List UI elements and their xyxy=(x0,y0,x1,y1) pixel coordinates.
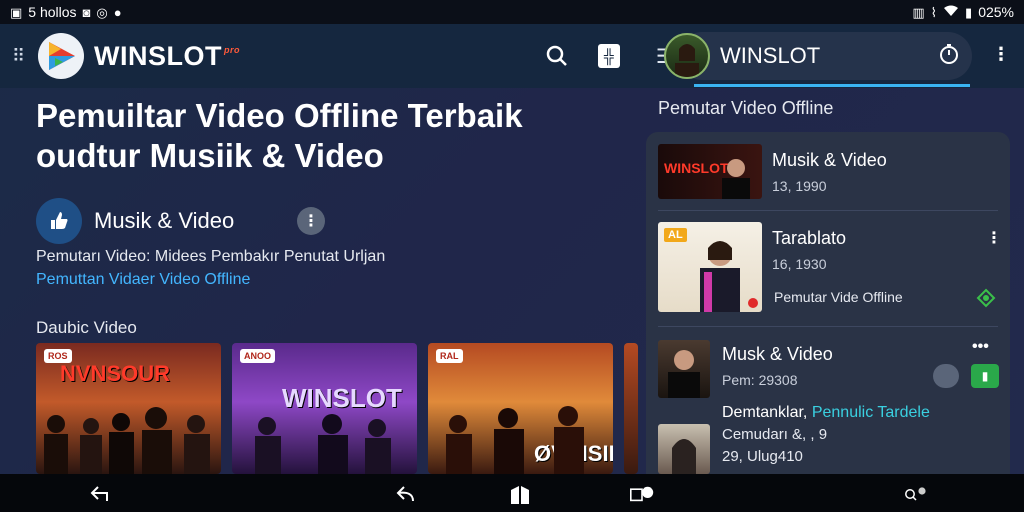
video-list-panel: WINSLOT Musik & Video 13, 1990 AL Tarabl… xyxy=(646,132,1010,474)
list-item-date: 16, 1930 xyxy=(772,256,827,272)
list-item-title-link[interactable]: Pennulic Tardele xyxy=(812,404,930,421)
page-title: Pemuiltar Video Offline Terbaik oudtur M… xyxy=(36,96,616,176)
thumb-people xyxy=(446,406,584,474)
list-item-title[interactable]: Musk & Video xyxy=(722,344,833,365)
sim-icon: ▥ xyxy=(912,4,925,20)
thumb-badge: ANOO xyxy=(240,349,275,363)
chrome-icon: ● xyxy=(113,4,122,20)
thumb-arch xyxy=(672,439,696,474)
home-icon[interactable] xyxy=(508,482,532,506)
status-right: ▥ ⌇ ▮ 025% xyxy=(912,4,1014,20)
live-dot xyxy=(748,298,758,308)
channel-row[interactable]: Musik & Video xyxy=(36,198,234,244)
headline-line-1: Pemuiltar Video Offline Terbaik xyxy=(36,97,523,134)
thumb-people xyxy=(44,407,210,474)
sync-icon: ◎ xyxy=(96,4,108,20)
thumbnail-row: ROS NVNSOUR ANOO WINSLOT RAL xyxy=(36,343,638,474)
download-icon[interactable]: ▮ xyxy=(971,364,999,388)
app-bar-actions: ╬ xyxy=(544,43,632,69)
recents-icon[interactable] xyxy=(630,482,654,506)
pin-icon[interactable]: ╬ xyxy=(596,43,622,69)
more-horizontal-icon[interactable]: ••• xyxy=(972,338,989,356)
list-divider xyxy=(658,210,998,211)
status-bar: ▣ 5 hollos ◙ ◎ ● ▥ ⌇ ▮ 025% xyxy=(0,0,1024,24)
thumb-badge: RAL xyxy=(436,349,463,363)
profile-avatar[interactable] xyxy=(664,33,710,79)
description: Pemutarı Video: Midees Pembakır Penutat … xyxy=(36,248,386,265)
location-icon[interactable] xyxy=(976,288,996,313)
logo-icon[interactable] xyxy=(38,33,84,79)
notification-icon: ▣ xyxy=(10,4,23,20)
video-thumbnail-partial[interactable] xyxy=(624,343,638,474)
brand-name: WINSLOT pro xyxy=(94,40,239,72)
thumb-person xyxy=(722,159,750,199)
list-item-line2: Cemudarı &, , 9 xyxy=(722,426,828,443)
list-divider xyxy=(658,326,998,327)
app-bar: ⠿ WINSLOT pro ╬ xyxy=(0,24,644,88)
list-item-title-text: Demtanklar, xyxy=(722,404,808,421)
section-title: Daubic Video xyxy=(36,318,137,337)
main-content: Pemuiltar Video Offline Terbaik oudtur M… xyxy=(0,88,644,474)
brand-text: WINSLOT xyxy=(94,40,222,71)
user-button[interactable] xyxy=(933,364,959,388)
channel-name[interactable]: Musik & Video xyxy=(94,208,234,234)
description-link[interactable]: Pemuttan Vidaer Video Offline xyxy=(36,271,250,289)
video-thumbnail[interactable]: RAL ØVNISIR xyxy=(428,343,613,474)
battery-percent: 025% xyxy=(978,4,1014,20)
timer-icon[interactable] xyxy=(938,43,960,70)
grip-icon[interactable]: ⠿ xyxy=(12,46,30,67)
wifi-icon xyxy=(943,5,959,19)
list-item-title[interactable]: Musik & Video xyxy=(772,150,887,171)
headline-line-2: oudtur Musiik & Video xyxy=(36,137,384,174)
search-icon[interactable] xyxy=(544,43,570,69)
list-item-title[interactable]: Demtanklar, Pennulic Tardele xyxy=(722,404,930,422)
right-panel-title: WINSLOT xyxy=(720,43,821,68)
thumb-person xyxy=(668,350,700,398)
thumbs-up-icon[interactable] xyxy=(36,198,82,244)
thumb-person xyxy=(700,241,740,312)
status-left-text: 5 hollos xyxy=(28,4,77,20)
thumb-label: AL xyxy=(664,228,687,242)
navigation-bar xyxy=(0,474,1024,512)
list-item-meta: Pem: 29308 xyxy=(722,372,798,388)
brand-tag: pro xyxy=(223,44,240,55)
list-item-title[interactable]: Tarablato xyxy=(772,228,846,249)
list-item-thumbnail[interactable] xyxy=(658,340,710,398)
media-icon: ◙ xyxy=(82,4,91,20)
pin-box: ╬ xyxy=(598,44,620,68)
battery-icon: ▮ xyxy=(965,4,973,20)
kebab-menu-icon[interactable]: ⋮ xyxy=(986,228,1002,248)
app-root: ▣ 5 hollos ◙ ◎ ● ▥ ⌇ ▮ 025% ⠿ WINSLOT pr… xyxy=(0,0,1024,512)
back-icon[interactable] xyxy=(88,482,112,506)
vibrate-icon: ⌇ xyxy=(930,4,938,20)
list-item-date: 13, 1990 xyxy=(772,178,827,194)
list-item-extra: Pemutar Vide Offline xyxy=(774,289,903,305)
thumb-people xyxy=(255,414,391,474)
video-thumbnail[interactable]: ANOO WINSLOT xyxy=(232,343,417,474)
search-zoom-icon[interactable] xyxy=(904,482,928,506)
video-thumbnail[interactable]: ROS NVNSOUR xyxy=(36,343,221,474)
account-pill[interactable]: WINSLOT xyxy=(664,32,972,80)
list-item-thumbnail[interactable]: AL xyxy=(658,222,762,312)
right-panel-header: ☰ WINSLOT ⋮ xyxy=(644,24,1024,88)
thumb-label: NVNSOUR xyxy=(60,361,171,386)
status-left: ▣ 5 hollos ◙ ◎ ● xyxy=(10,4,122,20)
kebab-menu-icon[interactable]: ⋮ xyxy=(992,44,1010,65)
right-section-title: Pemutar Video Offline xyxy=(658,98,834,118)
list-item-thumbnail[interactable]: WINSLOT xyxy=(658,144,762,199)
header-underline xyxy=(694,84,970,87)
list-item-line3: 29, Ulug410 xyxy=(722,448,803,465)
more-options-button[interactable]: ⋮ xyxy=(297,207,325,235)
back-icon-2[interactable] xyxy=(394,482,418,506)
list-item-thumbnail[interactable] xyxy=(658,424,710,474)
